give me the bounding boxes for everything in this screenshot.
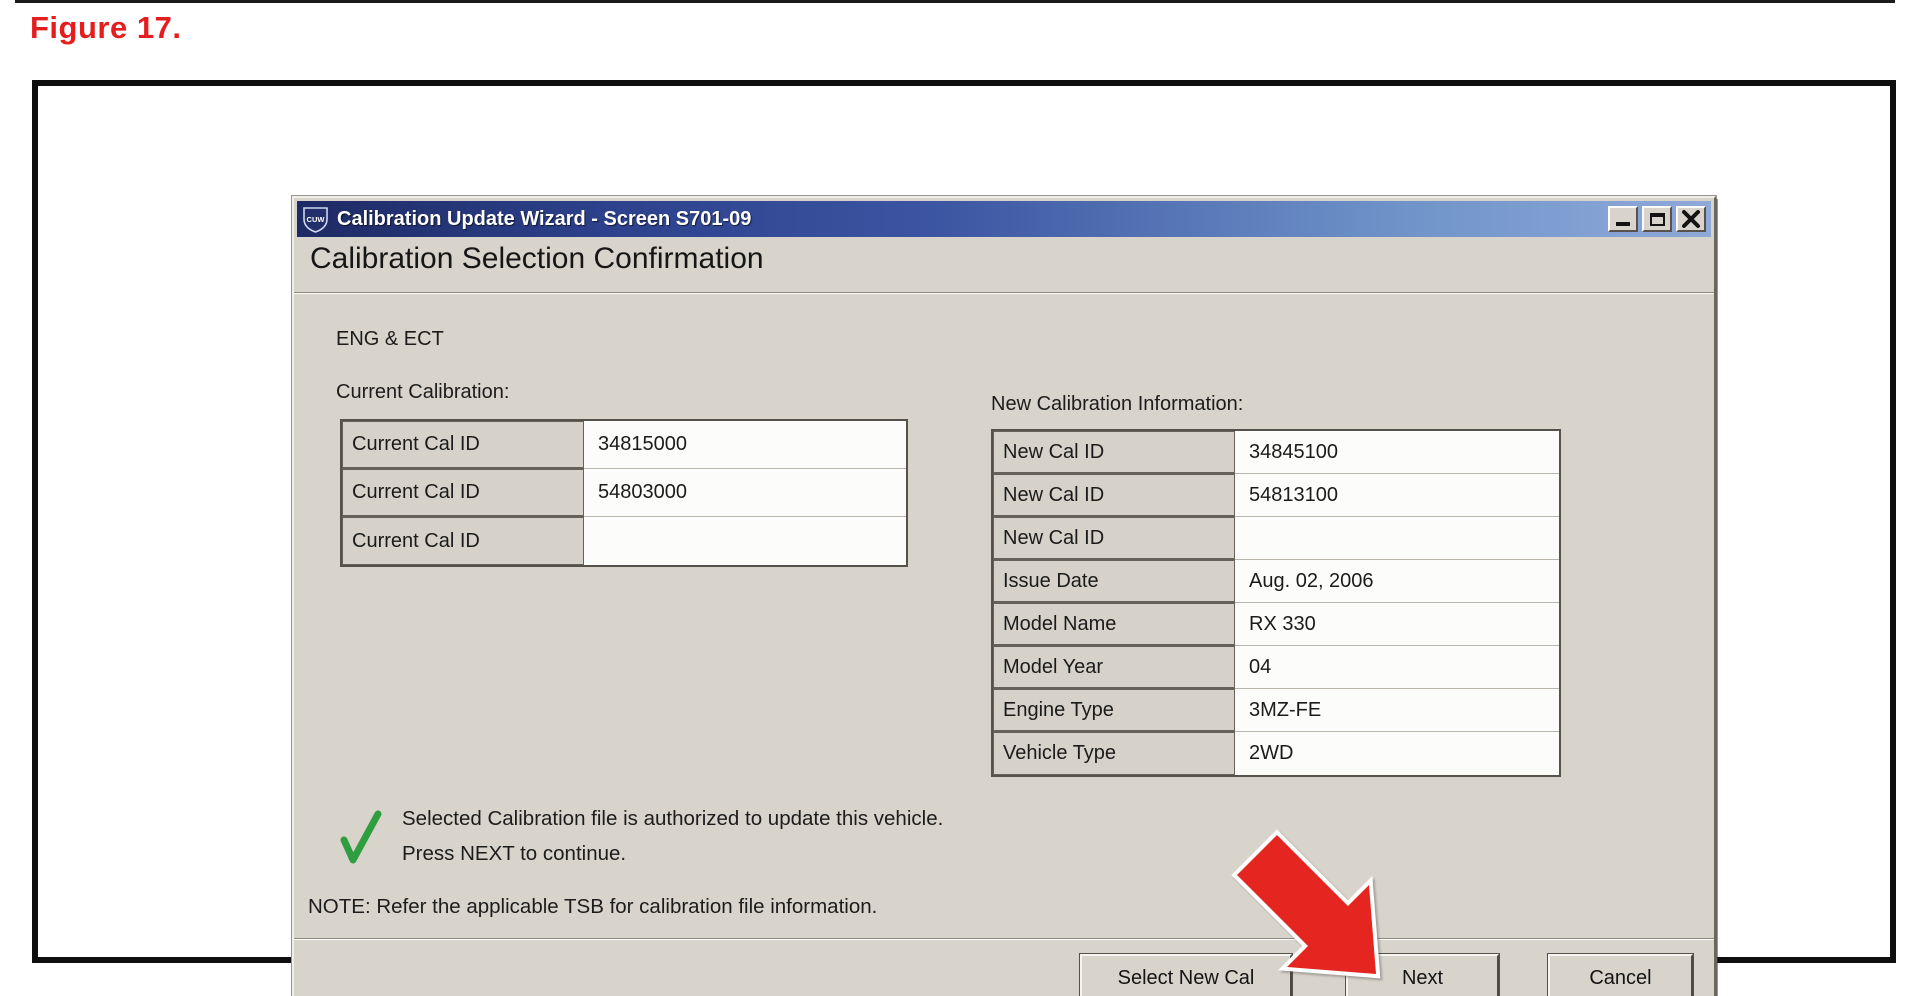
table-row: Model Name RX 330 <box>993 603 1559 646</box>
row-label: Vehicle Type <box>993 732 1235 775</box>
current-calibration-label: Current Calibration: <box>336 381 509 404</box>
row-value: 34845100 <box>1235 431 1559 474</box>
window-controls <box>1608 206 1706 232</box>
close-button[interactable] <box>1676 206 1706 232</box>
table-row: Current Cal ID <box>342 517 906 565</box>
row-label: New Cal ID <box>993 517 1235 560</box>
new-calibration-label: New Calibration Information: <box>991 393 1243 416</box>
next-button[interactable]: Next <box>1346 954 1499 996</box>
row-label: Current Cal ID <box>342 469 584 517</box>
table-row: New Cal ID 34845100 <box>993 431 1559 474</box>
row-label: Model Name <box>993 603 1235 646</box>
heading-divider <box>294 292 1714 294</box>
new-calibration-table: New Cal ID 34845100 New Cal ID 54813100 … <box>991 429 1561 777</box>
row-value: 34815000 <box>584 421 906 469</box>
status-message-line1: Selected Calibration file is authorized … <box>402 807 943 831</box>
table-row: Current Cal ID 54803000 <box>342 469 906 517</box>
row-value <box>1235 517 1559 560</box>
row-value: 54803000 <box>584 469 906 517</box>
table-row: Model Year 04 <box>993 646 1559 689</box>
calibration-update-wizard-window: CUW Calibration Update Wizard - Screen S… <box>292 196 1716 996</box>
minimize-icon <box>1616 222 1630 226</box>
table-row: New Cal ID <box>993 517 1559 560</box>
row-value: 3MZ-FE <box>1235 689 1559 732</box>
row-value: RX 330 <box>1235 603 1559 646</box>
minimize-button[interactable] <box>1608 206 1638 232</box>
row-label: Current Cal ID <box>342 517 584 565</box>
check-icon <box>336 806 386 868</box>
page: Figure 17. CUW Calibration Update Wizard… <box>0 0 1925 996</box>
row-label: Engine Type <box>993 689 1235 732</box>
row-value: 04 <box>1235 646 1559 689</box>
row-label: Current Cal ID <box>342 421 584 469</box>
window-title: Calibration Update Wizard - Screen S701-… <box>337 208 751 231</box>
figure-caption: Figure 17. <box>30 10 181 46</box>
current-calibration-table: Current Cal ID 34815000 Current Cal ID 5… <box>340 419 908 567</box>
maximize-icon <box>1650 213 1665 226</box>
figure-frame: CUW Calibration Update Wizard - Screen S… <box>32 80 1896 963</box>
row-value: Aug. 02, 2006 <box>1235 560 1559 603</box>
window-title-bar[interactable]: CUW Calibration Update Wizard - Screen S… <box>297 201 1711 237</box>
cuw-shield-icon: CUW <box>302 205 329 233</box>
page-top-divider <box>15 0 1895 3</box>
status-message-line2: Press NEXT to continue. <box>402 842 626 866</box>
maximize-button[interactable] <box>1642 206 1672 232</box>
row-label: New Cal ID <box>993 431 1235 474</box>
row-label: Model Year <box>993 646 1235 689</box>
table-row: Vehicle Type 2WD <box>993 732 1559 775</box>
row-value: 54813100 <box>1235 474 1559 517</box>
button-area-divider <box>294 938 1714 940</box>
close-icon <box>1678 208 1704 230</box>
page-title: Calibration Selection Confirmation <box>310 242 764 276</box>
table-row: Current Cal ID 34815000 <box>342 421 906 469</box>
cancel-button[interactable]: Cancel <box>1548 954 1693 996</box>
row-label: Issue Date <box>993 560 1235 603</box>
table-row: Issue Date Aug. 02, 2006 <box>993 560 1559 603</box>
table-row: Engine Type 3MZ-FE <box>993 689 1559 732</box>
svg-text:CUW: CUW <box>307 215 326 224</box>
system-label: ENG & ECT <box>336 328 444 351</box>
table-row: New Cal ID 54813100 <box>993 474 1559 517</box>
select-new-cal-button[interactable]: Select New Cal <box>1080 954 1292 996</box>
note-text: NOTE: Refer the applicable TSB for calib… <box>308 895 877 919</box>
row-label: New Cal ID <box>993 474 1235 517</box>
row-value <box>584 517 906 565</box>
row-value: 2WD <box>1235 732 1559 775</box>
